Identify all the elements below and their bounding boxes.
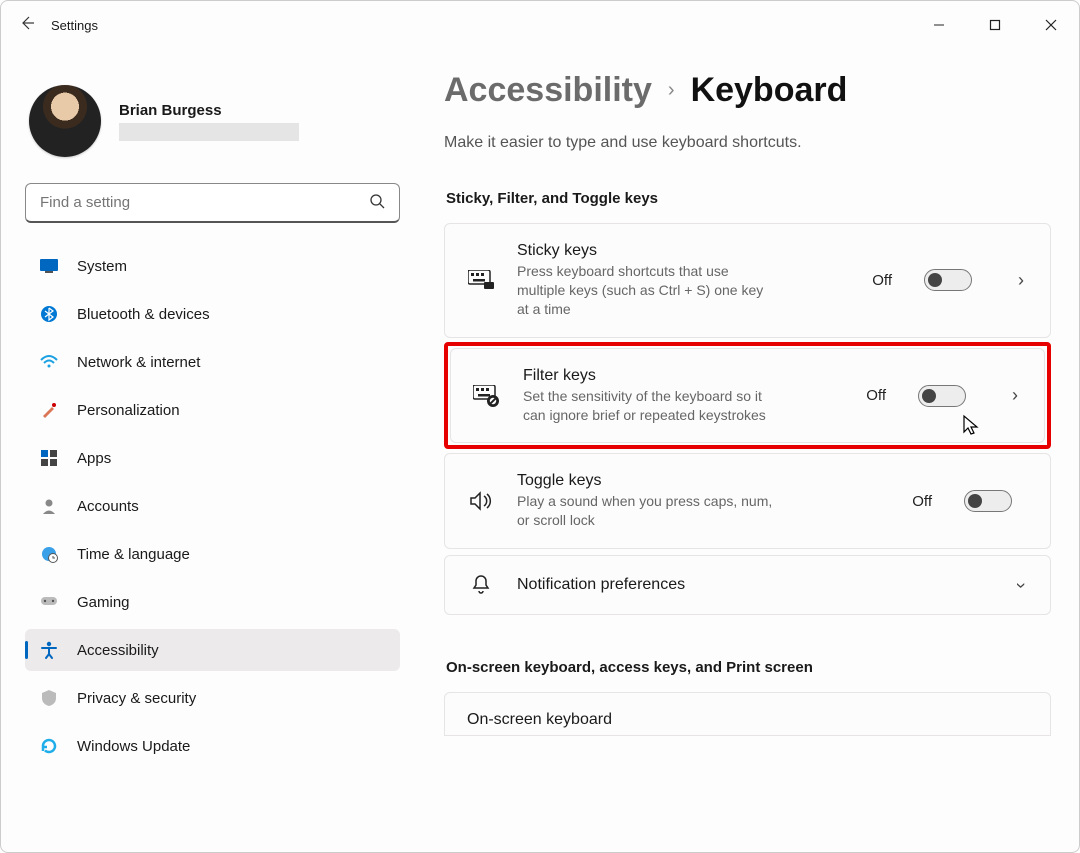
- cursor-icon: [962, 414, 980, 436]
- search-icon: [369, 193, 385, 213]
- main-content: Accessibility › Keyboard Make it easier …: [416, 49, 1079, 773]
- highlight-box: Filter keys Set the sensitivity of the k…: [444, 342, 1051, 450]
- toggle-keys-toggle[interactable]: [964, 490, 1012, 512]
- sticky-keys-row[interactable]: Sticky keys Press keyboard shortcuts tha…: [444, 223, 1051, 338]
- keyboard-icon: [467, 270, 495, 290]
- chevron-down-icon[interactable]: ›: [1011, 576, 1032, 594]
- globe-clock-icon: [39, 544, 59, 564]
- breadcrumb: Accessibility › Keyboard: [444, 71, 1051, 110]
- titlebar: Settings: [1, 1, 1079, 49]
- breadcrumb-parent[interactable]: Accessibility: [444, 71, 652, 110]
- sidebar-item-network[interactable]: Network & internet: [25, 341, 400, 383]
- card-title: Notification preferences: [517, 576, 990, 594]
- sidebar-item-label: Apps: [77, 450, 111, 467]
- gamepad-icon: [39, 592, 59, 612]
- accessibility-icon: [39, 640, 59, 660]
- card-title: Sticky keys: [517, 242, 850, 260]
- person-icon: [39, 496, 59, 516]
- toggle-state: Off: [866, 387, 886, 404]
- page-subtitle: Make it easier to type and use keyboard …: [444, 134, 1051, 152]
- toggle-state: Off: [912, 493, 932, 510]
- card-title: Toggle keys: [517, 472, 890, 490]
- avatar: [29, 85, 101, 157]
- notification-preferences-row[interactable]: Notification preferences ›: [444, 555, 1051, 615]
- keyboard-filter-icon: [473, 385, 501, 407]
- card-desc: Set the sensitivity of the keyboard so i…: [523, 387, 783, 425]
- sidebar-item-label: Accounts: [77, 498, 139, 515]
- minimize-button[interactable]: [911, 5, 967, 45]
- apps-icon: [39, 448, 59, 468]
- section-header-osk: On-screen keyboard, access keys, and Pri…: [446, 659, 1051, 676]
- sidebar-item-personalization[interactable]: Personalization: [25, 389, 400, 431]
- maximize-button[interactable]: [967, 5, 1023, 45]
- sidebar-item-label: Personalization: [77, 402, 180, 419]
- sticky-keys-toggle[interactable]: [924, 269, 972, 291]
- filter-keys-row[interactable]: Filter keys Set the sensitivity of the k…: [450, 348, 1045, 444]
- sidebar-item-label: System: [77, 258, 127, 275]
- sidebar-item-accounts[interactable]: Accounts: [25, 485, 400, 527]
- sidebar-item-apps[interactable]: Apps: [25, 437, 400, 479]
- sidebar-item-label: Time & language: [77, 546, 190, 563]
- bell-icon: [467, 574, 495, 596]
- sidebar-item-label: Network & internet: [77, 354, 200, 371]
- sidebar-item-update[interactable]: Windows Update: [25, 725, 400, 767]
- sound-icon: [467, 491, 495, 511]
- chevron-right-icon[interactable]: ›: [1006, 385, 1024, 406]
- chevron-right-icon: ›: [668, 79, 675, 102]
- search-input[interactable]: [40, 194, 369, 211]
- card-desc: Play a sound when you press caps, num, o…: [517, 492, 777, 530]
- bluetooth-icon: [39, 304, 59, 324]
- card-title: Filter keys: [523, 367, 844, 385]
- sidebar-item-privacy[interactable]: Privacy & security: [25, 677, 400, 719]
- sidebar-item-label: Windows Update: [77, 738, 190, 755]
- search-box[interactable]: [25, 183, 400, 223]
- sidebar-item-label: Gaming: [77, 594, 130, 611]
- sidebar-item-label: Privacy & security: [77, 690, 196, 707]
- window-title: Settings: [51, 18, 98, 33]
- card-title: On-screen keyboard: [467, 711, 612, 728]
- user-email-redacted: [119, 123, 299, 141]
- card-desc: Press keyboard shortcuts that use multip…: [517, 262, 777, 319]
- back-button[interactable]: [19, 15, 51, 36]
- sidebar-item-system[interactable]: System: [25, 245, 400, 287]
- toggle-keys-row[interactable]: Toggle keys Play a sound when you press …: [444, 453, 1051, 549]
- user-profile[interactable]: Brian Burgess: [25, 79, 406, 183]
- sidebar-item-bluetooth[interactable]: Bluetooth & devices: [25, 293, 400, 335]
- section-header-keys: Sticky, Filter, and Toggle keys: [446, 190, 1051, 207]
- breadcrumb-current: Keyboard: [691, 71, 848, 110]
- sidebar-item-label: Bluetooth & devices: [77, 306, 210, 323]
- sidebar: Brian Burgess System Bluetooth & devices…: [1, 49, 416, 773]
- sidebar-item-accessibility[interactable]: Accessibility: [25, 629, 400, 671]
- on-screen-keyboard-row[interactable]: On-screen keyboard: [444, 692, 1051, 736]
- shield-icon: [39, 688, 59, 708]
- paintbrush-icon: [39, 400, 59, 420]
- wifi-icon: [39, 352, 59, 372]
- toggle-state: Off: [872, 272, 892, 289]
- system-icon: [39, 256, 59, 276]
- close-button[interactable]: [1023, 5, 1079, 45]
- filter-keys-toggle[interactable]: [918, 385, 966, 407]
- update-icon: [39, 736, 59, 756]
- sidebar-item-gaming[interactable]: Gaming: [25, 581, 400, 623]
- chevron-right-icon[interactable]: ›: [1012, 270, 1030, 291]
- sidebar-item-label: Accessibility: [77, 642, 159, 659]
- sidebar-item-time[interactable]: Time & language: [25, 533, 400, 575]
- user-name: Brian Burgess: [119, 102, 299, 119]
